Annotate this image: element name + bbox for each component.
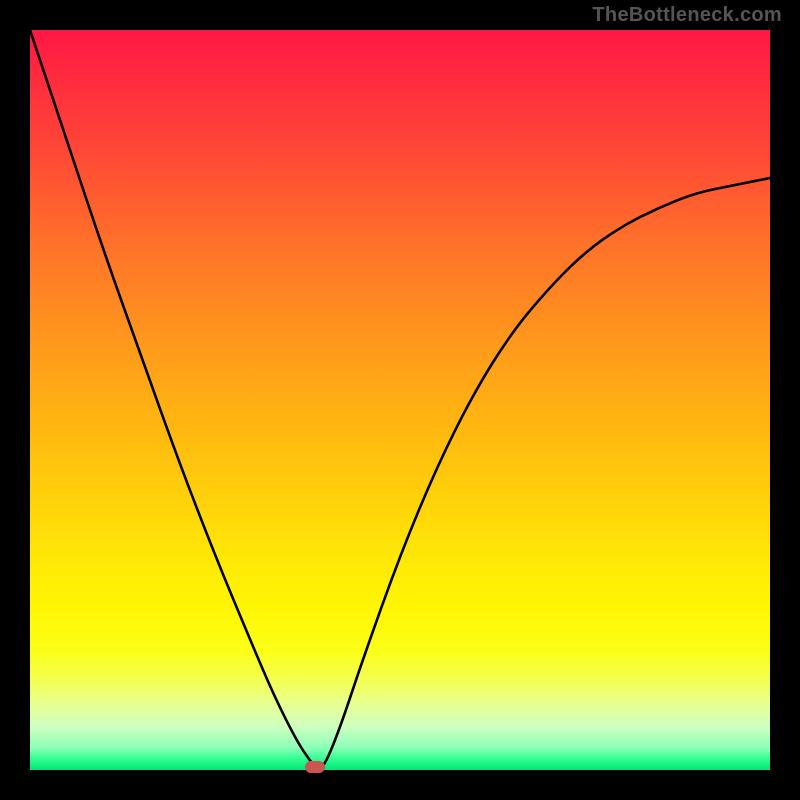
optimal-point-marker bbox=[305, 761, 325, 773]
watermark-text: TheBottleneck.com bbox=[592, 4, 782, 27]
chart-plot-area bbox=[30, 30, 770, 770]
bottleneck-curve bbox=[30, 30, 770, 770]
